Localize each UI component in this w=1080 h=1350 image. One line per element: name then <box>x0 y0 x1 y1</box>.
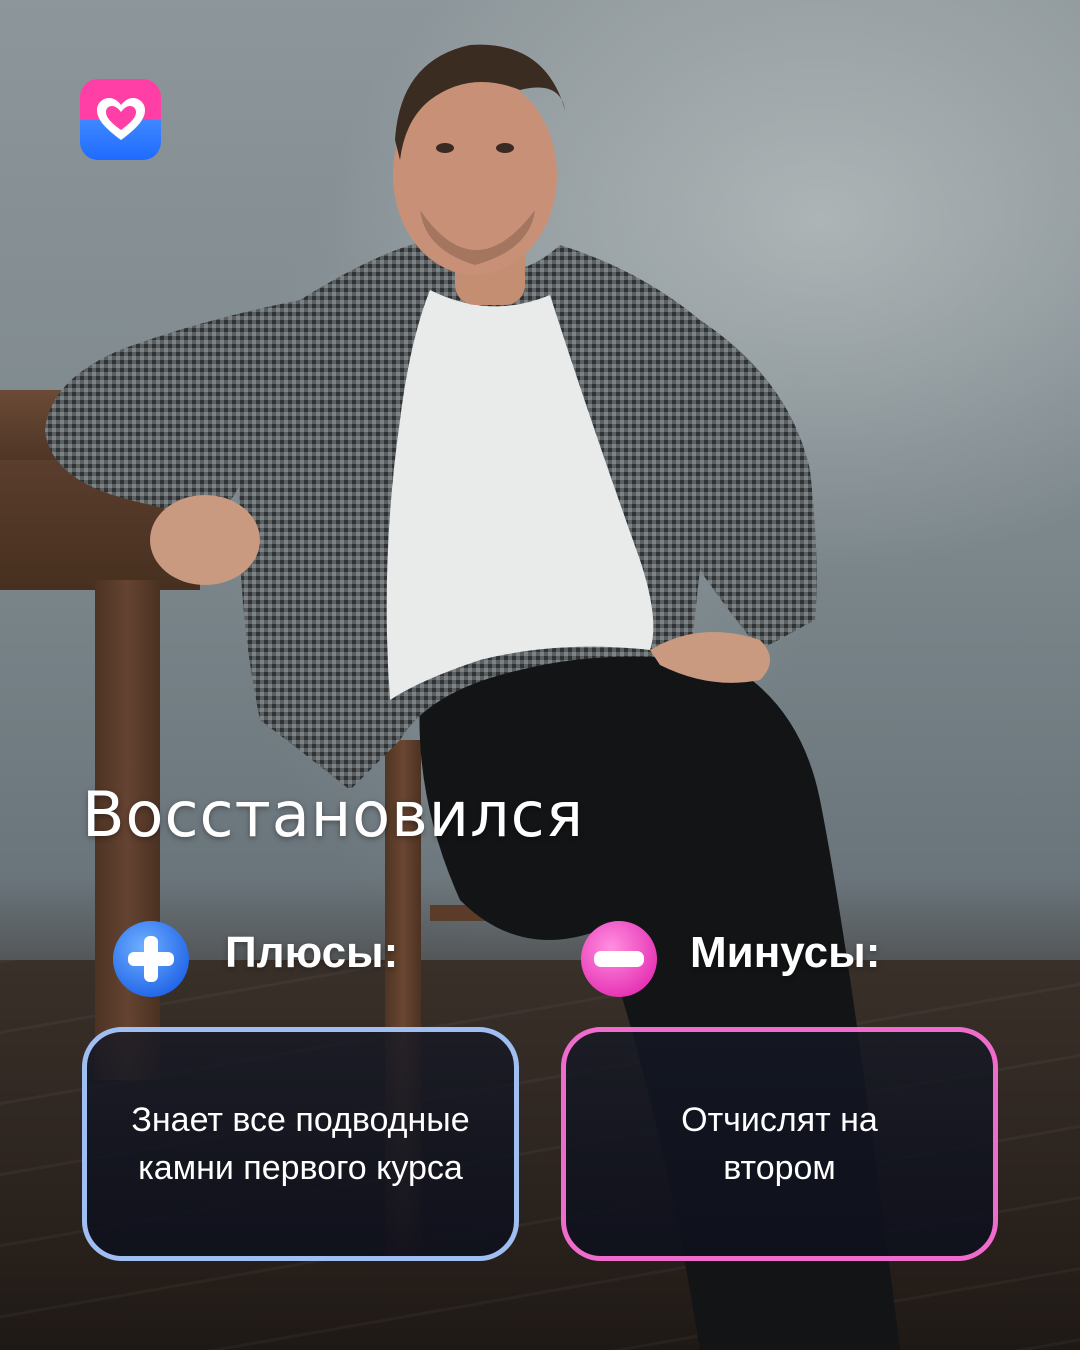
minus-icon <box>581 921 657 997</box>
pros-heading: Плюсы: <box>225 928 399 977</box>
pros-text: Знает все подводные камни первого курса <box>131 1101 470 1187</box>
cons-box: Отчислят на втором <box>561 1027 998 1261</box>
meme-card: Восстановился Плюсы: Минусы: Знает все п… <box>0 0 1080 1350</box>
pros-box: Знает все подводные камни первого курса <box>82 1027 519 1261</box>
card-title: Восстановился <box>82 778 585 851</box>
heart-icon <box>96 97 145 140</box>
cons-text: Отчислят на втором <box>681 1101 878 1187</box>
plus-icon <box>113 921 189 997</box>
heart-logo <box>80 79 161 160</box>
cons-heading: Минусы: <box>690 928 881 977</box>
